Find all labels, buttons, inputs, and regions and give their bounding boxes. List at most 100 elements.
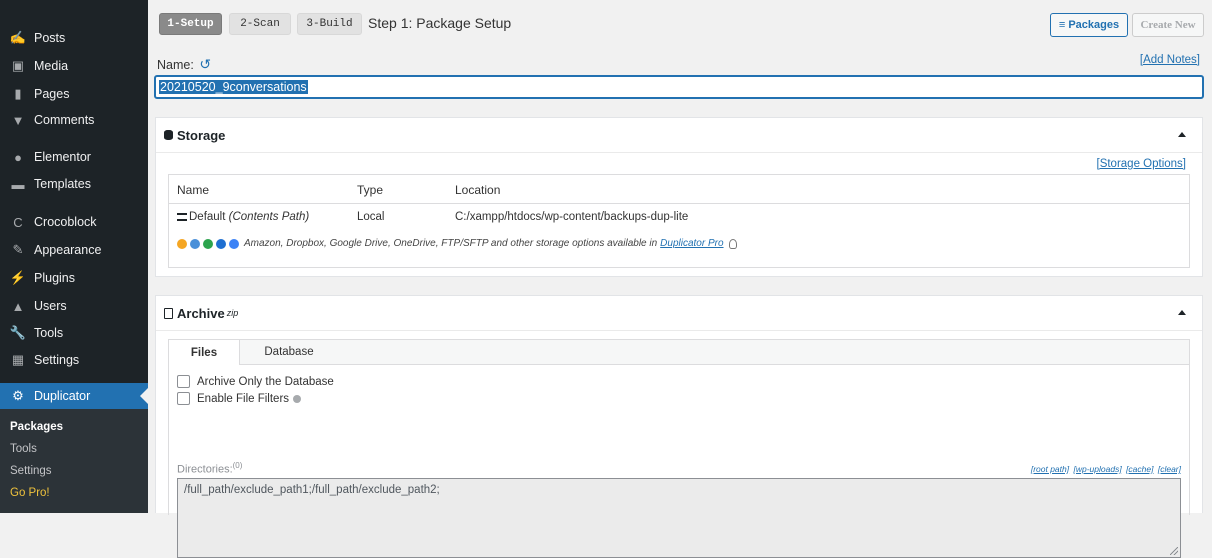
submenu-go-pro[interactable]: Go Pro! xyxy=(10,487,50,499)
name-label-text: Name: xyxy=(157,58,194,72)
sidebar-item-appearance[interactable]: ✎ Appearance xyxy=(0,237,148,263)
media-icon: ▣ xyxy=(11,58,25,73)
package-name-value: 20210520_9conversations xyxy=(159,80,308,94)
amazon-icon xyxy=(177,238,187,249)
sidebar-item-plugins[interactable]: ⚡ Plugins xyxy=(0,265,148,291)
sidebar-item-label: Duplicator xyxy=(34,389,91,403)
cloud-storage-promo: Amazon, Dropbox, Google Drive, OneDrive,… xyxy=(177,238,737,249)
storage-options-link[interactable]: [Storage Options] xyxy=(1097,158,1187,170)
undo-icon[interactable]: ↺ xyxy=(199,56,211,72)
settings-icon: ▦ xyxy=(11,352,25,367)
submenu-packages[interactable]: Packages xyxy=(10,421,63,433)
archive-file-icon xyxy=(164,307,173,319)
duplicator-pro-link[interactable]: Duplicator Pro xyxy=(660,238,723,249)
add-notes-link[interactable]: [Add Notes] xyxy=(1140,54,1200,66)
sidebar-item-label: Settings xyxy=(34,353,80,367)
elementor-icon: ● xyxy=(14,149,22,165)
sidebar-item-templates[interactable]: ▬ Templates xyxy=(0,171,148,197)
file-filters-label: Enable File Filters xyxy=(197,392,290,405)
sidebar-item-settings[interactable]: ▦ Settings xyxy=(0,347,148,373)
sidebar-item-label: Crocoblock xyxy=(34,215,97,229)
root-path-link[interactable]: [root path] xyxy=(1031,464,1069,474)
admin-sidebar: ✍ Posts ▣ Media ▮ Pages ▼ Comments ● Elemento… xyxy=(0,0,148,513)
cloud-promo-text: Amazon, Dropbox, Google Drive, OneDrive,… xyxy=(244,238,658,249)
list-icon: ≡ xyxy=(1058,19,1066,31)
cache-link[interactable]: [cache] xyxy=(1126,464,1153,474)
storage-panel: Storage [Storage Options] Name Type Loca… xyxy=(155,117,1203,277)
archive-db-only-label: Archive Only the Database xyxy=(197,375,334,388)
sidebar-item-posts[interactable]: ✍ Posts xyxy=(0,25,148,51)
directories-count: (0) xyxy=(232,461,243,470)
storage-title: Storage xyxy=(177,127,226,143)
google-drive-icon xyxy=(203,238,213,249)
name-label: Name: ↺ xyxy=(157,56,211,73)
collapse-arrow-icon[interactable] xyxy=(1178,132,1186,137)
submenu-settings[interactable]: Settings xyxy=(10,465,52,477)
sidebar-item-comments[interactable]: ▼ Comments xyxy=(0,107,148,133)
storage-type: Local xyxy=(357,211,385,223)
directory-shortcut-links: [root path] [wp-uploads] [cache] [clear] xyxy=(1029,464,1181,474)
sidebar-item-label: Tools xyxy=(34,326,64,340)
user-icon: ▲ xyxy=(11,298,25,314)
directories-value: /full_path/exclude_path1;/full_path/excl… xyxy=(184,484,440,496)
onedrive-icon xyxy=(216,238,226,249)
wp-uploads-link[interactable]: [wp-uploads] xyxy=(1073,464,1121,474)
active-indicator xyxy=(140,388,148,404)
comments-icon: ▼ xyxy=(11,112,25,128)
packages-button[interactable]: ≡ Packages xyxy=(1050,13,1128,37)
step-1-setup[interactable]: 1-Setup xyxy=(159,13,222,35)
sidebar-item-duplicator[interactable]: ⚙ Duplicator xyxy=(0,383,148,409)
storage-table: Name Type Location Default (Contents Pat… xyxy=(168,174,1190,268)
tab-database[interactable]: Database xyxy=(239,340,339,364)
collapse-arrow-icon[interactable] xyxy=(1178,310,1186,315)
package-name-input[interactable]: 20210520_9conversations xyxy=(154,75,1204,99)
pin-icon: ✍ xyxy=(9,30,27,45)
sidebar-item-users[interactable]: ▲ Users xyxy=(0,293,148,319)
clear-link[interactable]: [clear] xyxy=(1158,464,1181,474)
step-2-scan[interactable]: 2-Scan xyxy=(229,13,291,35)
archive-panel-header[interactable]: Archive zip xyxy=(156,296,1202,331)
crocoblock-icon: C xyxy=(13,214,23,230)
storage-panel-header[interactable]: Storage xyxy=(156,118,1202,153)
sidebar-item-media[interactable]: ▣ Media xyxy=(0,53,148,79)
tab-bar: Files Database xyxy=(169,340,1189,365)
sidebar-item-label: Users xyxy=(34,299,67,313)
sidebar-item-label: Pages xyxy=(34,87,70,101)
directories-textarea[interactable]: /full_path/exclude_path1;/full_path/excl… xyxy=(177,478,1181,558)
file-filters-checkbox[interactable] xyxy=(177,392,190,405)
wrench-icon: 🔧 xyxy=(9,325,27,340)
directories-label-text: Directories: xyxy=(177,463,233,476)
sidebar-item-pages[interactable]: ▮ Pages xyxy=(0,81,148,107)
sidebar-item-label: Media xyxy=(34,59,69,73)
sidebar-item-label: Posts xyxy=(34,31,66,45)
directories-label: Directories:(0) xyxy=(177,461,242,476)
archive-title: Archive xyxy=(177,305,225,321)
submenu-tools[interactable]: Tools xyxy=(10,443,37,455)
archive-tabs: Files Database Archive Only the Database… xyxy=(168,339,1190,558)
ftp-icon xyxy=(229,238,239,249)
archive-panel: Archive zip Files Database Archive Only t… xyxy=(155,295,1203,558)
help-icon[interactable] xyxy=(293,394,302,403)
create-new-button[interactable]: Create New xyxy=(1132,13,1204,37)
step-3-build[interactable]: 3-Build xyxy=(297,13,362,35)
folder-icon: ▬ xyxy=(11,176,25,192)
database-icon xyxy=(164,130,173,140)
tab-files[interactable]: Files xyxy=(169,340,240,365)
sidebar-item-label: Comments xyxy=(34,113,95,127)
sidebar-item-label: Templates xyxy=(34,177,91,191)
sidebar-item-label: Appearance xyxy=(34,243,102,257)
brush-icon: ✎ xyxy=(12,242,24,257)
pages-icon: ▮ xyxy=(14,86,22,101)
sidebar-item-tools[interactable]: 🔧 Tools xyxy=(0,320,148,346)
archive-db-only-checkbox[interactable] xyxy=(177,375,190,388)
sidebar-item-crocoblock[interactable]: C Crocoblock xyxy=(0,209,148,235)
resize-handle[interactable] xyxy=(1170,547,1178,555)
storage-row-name: Default (Contents Path) xyxy=(177,211,309,223)
duplicator-submenu: Packages Tools Settings Go Pro! xyxy=(0,409,148,513)
dropbox-icon xyxy=(190,238,200,249)
sidebar-item-elementor[interactable]: ● Elementor xyxy=(0,144,148,170)
list-icon xyxy=(177,212,187,221)
packages-button-label: Packages xyxy=(1068,19,1120,31)
file-filters-option: Enable File Filters xyxy=(177,392,302,405)
page-title: Step 1: Package Setup xyxy=(368,15,512,31)
